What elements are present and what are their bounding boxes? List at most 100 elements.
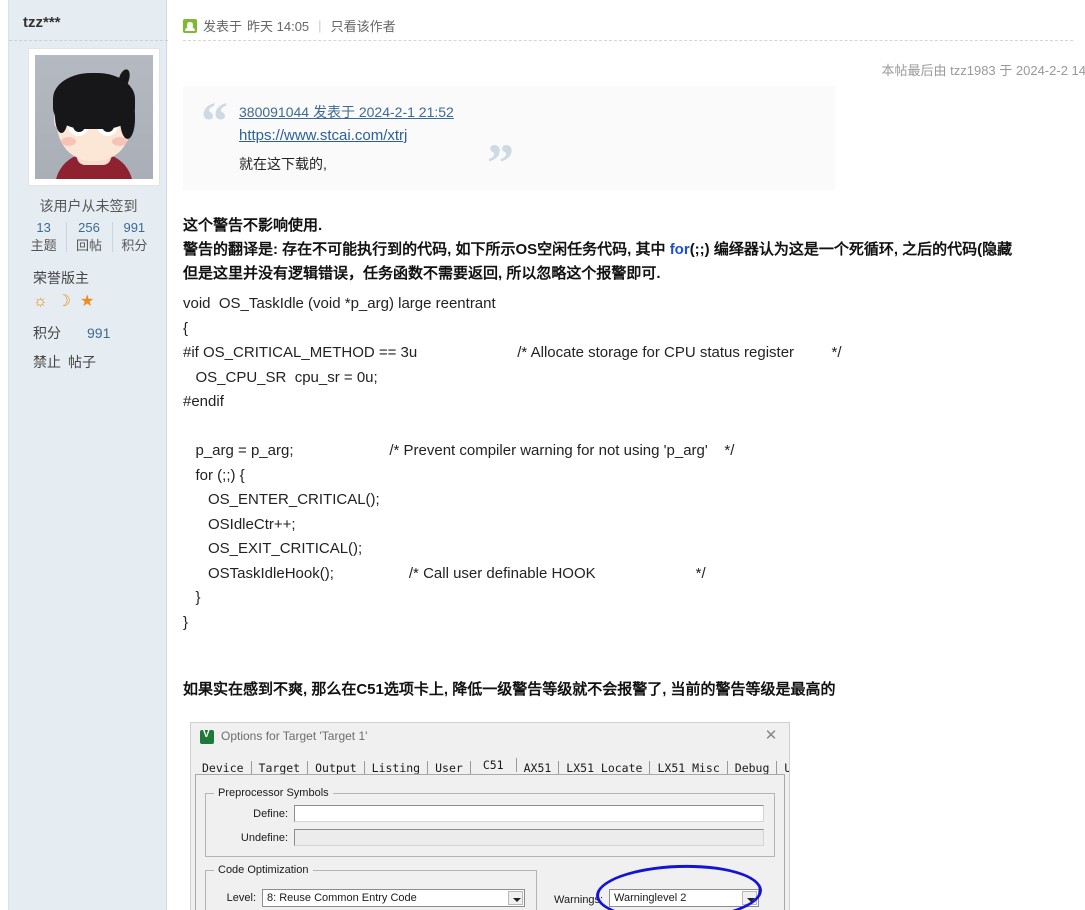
stat-replies-value: 256 [78, 220, 100, 235]
points-label: 积分 [33, 325, 61, 341]
last-edited-note: 本帖最后由 tzz1983 于 2024-2-2 14 [881, 63, 1085, 78]
code-line: #endif [183, 393, 224, 410]
posted-time: 昨天 14:05 [247, 19, 310, 34]
header-divider [183, 40, 1073, 41]
preprocessor-symbols-group: Preprocessor Symbols Define: Undefine: [205, 787, 775, 857]
paragraph-3: 但是这里并没有逻辑错误，任务函数不需要返回, 所以忽略这个报警即可. [183, 265, 661, 282]
post-content-column: 发表于 昨天 14:05 | 只看该作者 本帖最后由 tzz1983 于 202… [169, 0, 1085, 910]
tab-debug[interactable]: Debug [728, 761, 778, 775]
quote-close-icon: ” [487, 133, 514, 193]
author-sidebar: tzz*** 该用户从未签到 13 主题 256 回帖 991 积分 荣誉版主 … [8, 0, 168, 910]
for-keyword: for [669, 241, 690, 258]
medal-list: ☼ ☽ ★ [33, 294, 94, 310]
dialog-title: Options for Target 'Target 1' [221, 729, 368, 743]
avatar-image [35, 55, 153, 179]
author-icon [183, 18, 197, 33]
stat-replies[interactable]: 256 回帖 [66, 219, 111, 255]
author-stats: 13 主题 256 回帖 991 积分 [21, 219, 157, 255]
code-line: #if OS_CRITICAL_METHOD == 3u /* Allocate… [183, 344, 842, 361]
tab-lx51-misc[interactable]: LX51 Misc [650, 761, 728, 775]
avatar[interactable] [29, 49, 159, 185]
stat-points[interactable]: 991 积分 [111, 219, 157, 255]
optimization-level-select[interactable]: 8: Reuse Common Entry Code [262, 889, 525, 907]
tab-listing[interactable]: Listing [365, 761, 429, 775]
code-line: OSIdleCtr++; [183, 515, 296, 533]
quote-attribution[interactable]: 380091044 发表于 2024-2-1 21:52 [239, 102, 454, 122]
only-author-link[interactable]: 只看该作者 [331, 16, 396, 35]
forum-post-page: tzz*** 该用户从未签到 13 主题 256 回帖 991 积分 荣誉版主 … [0, 0, 1085, 910]
stat-replies-label: 回帖 [75, 238, 102, 253]
moon-icon[interactable]: ☽ [57, 294, 71, 310]
quote-text: 就在这下载的, [239, 156, 327, 172]
stat-threads-label: 主题 [30, 238, 57, 253]
tab-user[interactable]: User [428, 761, 471, 775]
tab-output[interactable]: Output [308, 761, 365, 775]
code-block: void OS_TaskIdle (void *p_arg) large ree… [183, 292, 1085, 635]
posted-prefix: 发表于 [203, 19, 243, 34]
dialog-titlebar: Options for Target 'Target 1' ✕ [191, 723, 789, 752]
avatar-cheek-left [61, 137, 76, 146]
warnings-value: Warninglevel 2 [614, 892, 687, 904]
warnings-label: Warnings: [554, 894, 604, 906]
keil-app-icon [200, 729, 214, 744]
moderation-actions: 禁止 帖子 [33, 352, 103, 372]
quote-url-link[interactable]: https://www.stcai.com/xtrj [239, 127, 407, 144]
avatar-hair-side-right [120, 99, 135, 139]
paragraph-2-tail: (;;) 编绎器认为这是一个死循环, 之后的代码(隐藏 [689, 241, 1013, 258]
tab-ax51[interactable]: AX51 [517, 761, 560, 775]
code-optimization-label: Code Optimization [214, 864, 313, 876]
code-line: OSTaskIdleHook(); /* Call user definable… [183, 564, 706, 582]
tab-utilities[interactable]: Utilities [777, 761, 789, 775]
chevron-down-icon[interactable] [508, 891, 523, 905]
tab-target[interactable]: Target [252, 761, 309, 775]
code-line: OS_CPU_SR cpu_sr = 0u; [183, 368, 378, 386]
tab-c51[interactable]: C51 [471, 758, 517, 772]
code-line: p_arg = p_arg; /* Prevent compiler warni… [183, 442, 735, 459]
post-body-paragraphs: 这个警告不影响使用. 警告的翻译是: 存在不可能执行到的代码, 如下所示OS空闲… [183, 214, 1085, 286]
stat-threads[interactable]: 13 主题 [21, 219, 66, 255]
preprocessor-symbols-label: Preprocessor Symbols [214, 787, 333, 799]
points-row: 积分 991 [33, 323, 110, 343]
undefine-label: Undefine: [240, 832, 288, 844]
stat-threads-value: 13 [36, 220, 51, 235]
closing-note: 如果实在感到不爽, 那么在C51选项卡上, 降低一级警告等级就不会报警了, 当前… [183, 681, 836, 698]
define-label: Define: [253, 808, 288, 820]
code-line: } [183, 613, 189, 631]
username-block: tzz*** [9, 0, 168, 41]
code-line: OS_EXIT_CRITICAL(); [183, 540, 363, 557]
code-line: for (;;) { [183, 466, 245, 484]
chevron-down-icon[interactable] [742, 891, 757, 905]
stat-points-label: 积分 [121, 238, 148, 253]
sun-icon[interactable]: ☼ [33, 294, 48, 310]
avatar-hair-side-left [55, 99, 68, 133]
posts-link[interactable]: 帖子 [68, 354, 96, 370]
ban-link[interactable]: 禁止 [33, 354, 61, 370]
code-line: OS_ENTER_CRITICAL(); [183, 491, 380, 508]
dialog-tab-strip: Device Target Output Listing User C51 AX… [191, 753, 789, 775]
close-icon[interactable]: ✕ [763, 728, 779, 744]
tab-device[interactable]: Device [195, 761, 252, 775]
dialog-body: Preprocessor Symbols Define: Undefine: C… [195, 774, 785, 910]
code-line: void OS_TaskIdle (void *p_arg) large ree… [183, 295, 496, 312]
undefine-input[interactable] [294, 829, 764, 846]
tab-lx51-locate[interactable]: LX51 Locate [559, 761, 651, 775]
header-separator: | [318, 18, 322, 33]
star-icon[interactable]: ★ [80, 294, 94, 310]
author-role: 荣誉版主 [33, 270, 89, 286]
paragraph-2: 警告的翻译是: 存在不可能执行到的代码, 如下所示OS空闲任务代码, 其中 fo… [183, 238, 1085, 262]
code-line: { [183, 319, 189, 337]
warnings-select[interactable]: Warninglevel 2 [609, 889, 759, 907]
level-label: Level: [226, 892, 256, 904]
define-input[interactable] [294, 805, 764, 822]
points-value: 991 [87, 325, 111, 341]
keil-options-dialog-image: Options for Target 'Target 1' ✕ Device T… [190, 722, 790, 910]
dialog-right-edge [785, 774, 789, 910]
optimization-level-value: 8: Reuse Common Entry Code [267, 892, 417, 904]
paragraph-1: 这个警告不影响使用. [183, 217, 323, 234]
post-header: 发表于 昨天 14:05 | 只看该作者 [183, 16, 396, 35]
code-line: } [183, 589, 201, 606]
paragraph-2-head: 警告的翻译是: 存在不可能执行到的代码, 如下所示OS空闲任务代码, 其中 [183, 241, 670, 258]
stat-points-value: 991 [123, 220, 146, 235]
quote-block: “ ” 380091044 发表于 2024-2-1 21:52 https:/… [183, 86, 835, 190]
author-username[interactable]: tzz*** [23, 14, 61, 31]
